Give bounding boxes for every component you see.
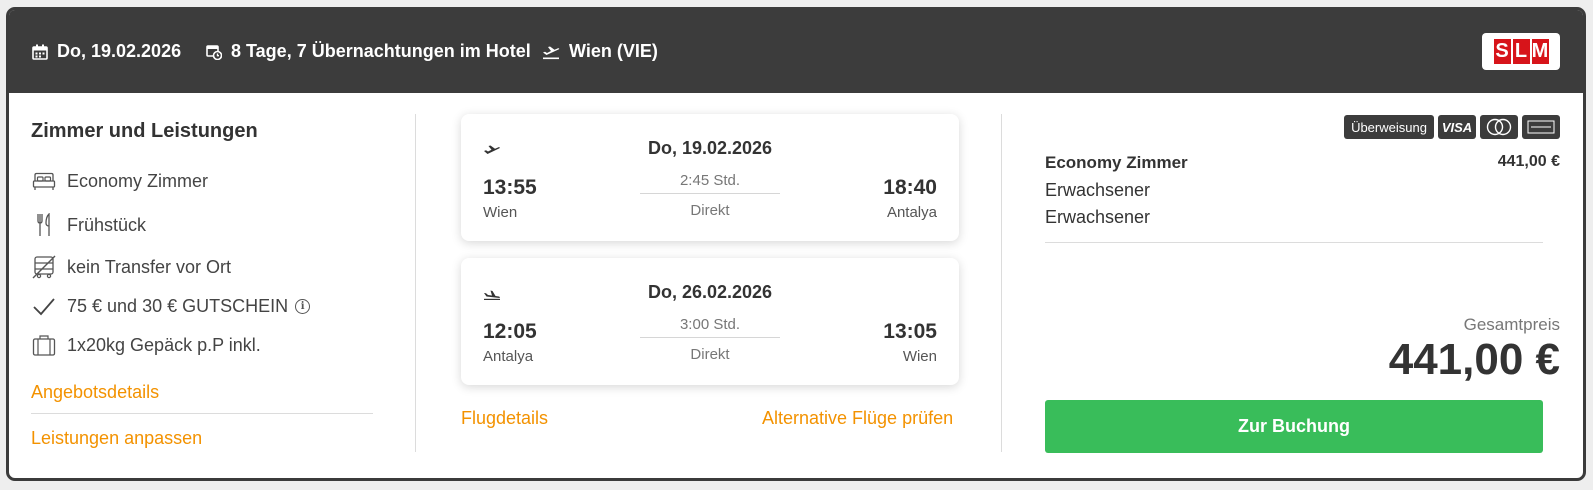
arrival-city: Antalya <box>886 204 937 221</box>
flight-date: Do, 19.02.2026 <box>647 138 773 158</box>
service-item-voucher: 75 € und 30 € GUTSCHEIN i <box>31 296 311 317</box>
traveller-item: Erwachsener <box>1045 180 1151 200</box>
column-divider <box>1001 114 1002 452</box>
service-item-luggage: 1x20kg Gepäck p.P inkl. <box>31 334 261 356</box>
departure-city: Antalya <box>483 348 534 365</box>
travel-date-text: Do, 19.02.2026 <box>57 41 182 61</box>
travel-date: Do, 19.02.2026 <box>32 41 181 62</box>
service-item-room: Economy Zimmer <box>31 171 208 192</box>
service-item-label: kein Transfer vor Ort <box>67 256 232 277</box>
service-item-label: 1x20kg Gepäck p.P inkl. <box>67 334 261 355</box>
alternative-flights-link[interactable]: Alternative Flüge prüfen <box>762 408 953 429</box>
services-title: Zimmer und Leistungen <box>31 120 258 142</box>
outbound-flight-card[interactable]: Do, 19.02.2026 13:55 Wien 2:45 Std. Dire… <box>461 114 959 241</box>
service-item-label: Frühstück <box>67 214 147 235</box>
bed-icon <box>31 172 57 192</box>
flight-duration: 2:45 Std. <box>640 172 780 194</box>
mastercard-icon <box>1486 118 1512 136</box>
price-divider <box>1045 242 1543 243</box>
no-transfer-icon <box>31 255 57 279</box>
bank-transfer-badge: Überweisung <box>1344 115 1434 139</box>
traveller-item: Erwachsener <box>1045 207 1151 227</box>
travel-duration-text: 8 Tage, 7 Übernachtungen im Hotel <box>231 41 531 61</box>
arrival-city: Wien <box>902 348 937 365</box>
operator-logo: S L M <box>1482 33 1560 70</box>
flight-stops: Direkt <box>690 202 730 219</box>
calendar-clock-icon <box>206 44 222 60</box>
logo-letter: S <box>1493 39 1511 64</box>
flight-date: Do, 26.02.2026 <box>647 282 773 302</box>
flight-stops: Direkt <box>690 346 730 363</box>
visa-badge: VISA <box>1438 115 1476 139</box>
mastercard-badge <box>1480 115 1518 139</box>
luggage-icon <box>31 334 57 356</box>
departure-city: Wien <box>483 204 518 221</box>
total-price-label: Gesamtpreis <box>1463 315 1560 334</box>
arrival-time: 13:05 <box>883 320 937 343</box>
adjust-services-link[interactable]: Leistungen anpassen <box>31 428 202 449</box>
amex-badge <box>1522 115 1560 139</box>
arrival-time: 18:40 <box>883 176 937 199</box>
departure-time: 13:55 <box>483 176 537 199</box>
column-divider <box>415 114 416 452</box>
flight-details-link[interactable]: Flugdetails <box>461 408 548 429</box>
service-item-label: Economy Zimmer <box>67 171 209 191</box>
flight-duration: 3:00 Std. <box>640 316 780 338</box>
book-button[interactable]: Zur Buchung <box>1045 400 1543 453</box>
room-price: 441,00 € <box>1497 153 1560 170</box>
checkmark-icon <box>31 297 57 317</box>
service-item-board: Frühstück <box>31 213 146 237</box>
room-name: Economy Zimmer <box>1045 153 1188 172</box>
departure-airport: Wien (VIE) <box>542 41 658 62</box>
amex-icon <box>1527 120 1555 134</box>
logo-letter: L <box>1512 39 1530 64</box>
departure-time: 12:05 <box>483 320 537 343</box>
travel-duration: 8 Tage, 7 Übernachtungen im Hotel <box>206 41 531 62</box>
return-flight-card[interactable]: Do, 26.02.2026 12:05 Antalya 3:00 Std. D… <box>461 258 959 385</box>
info-icon[interactable]: i <box>295 299 311 314</box>
offer-header: Do, 19.02.2026 8 Tage, 7 Übernachtungen … <box>9 10 1583 93</box>
total-price: 441,00 € <box>1388 335 1560 384</box>
payment-methods: Überweisung VISA <box>1344 115 1560 139</box>
service-item-transfer: kein Transfer vor Ort <box>31 255 231 279</box>
calendar-icon <box>32 44 48 60</box>
cutlery-icon <box>31 213 57 237</box>
plane-departure-icon <box>543 46 560 59</box>
logo-letter: M <box>1531 39 1549 64</box>
offer-card: Do, 19.02.2026 8 Tage, 7 Übernachtungen … <box>6 7 1586 481</box>
left-divider <box>31 413 373 414</box>
offer-details-link[interactable]: Angebotsdetails <box>31 382 159 403</box>
departure-airport-text: Wien (VIE) <box>569 41 658 61</box>
service-item-label: 75 € und 30 € GUTSCHEIN <box>67 296 289 316</box>
